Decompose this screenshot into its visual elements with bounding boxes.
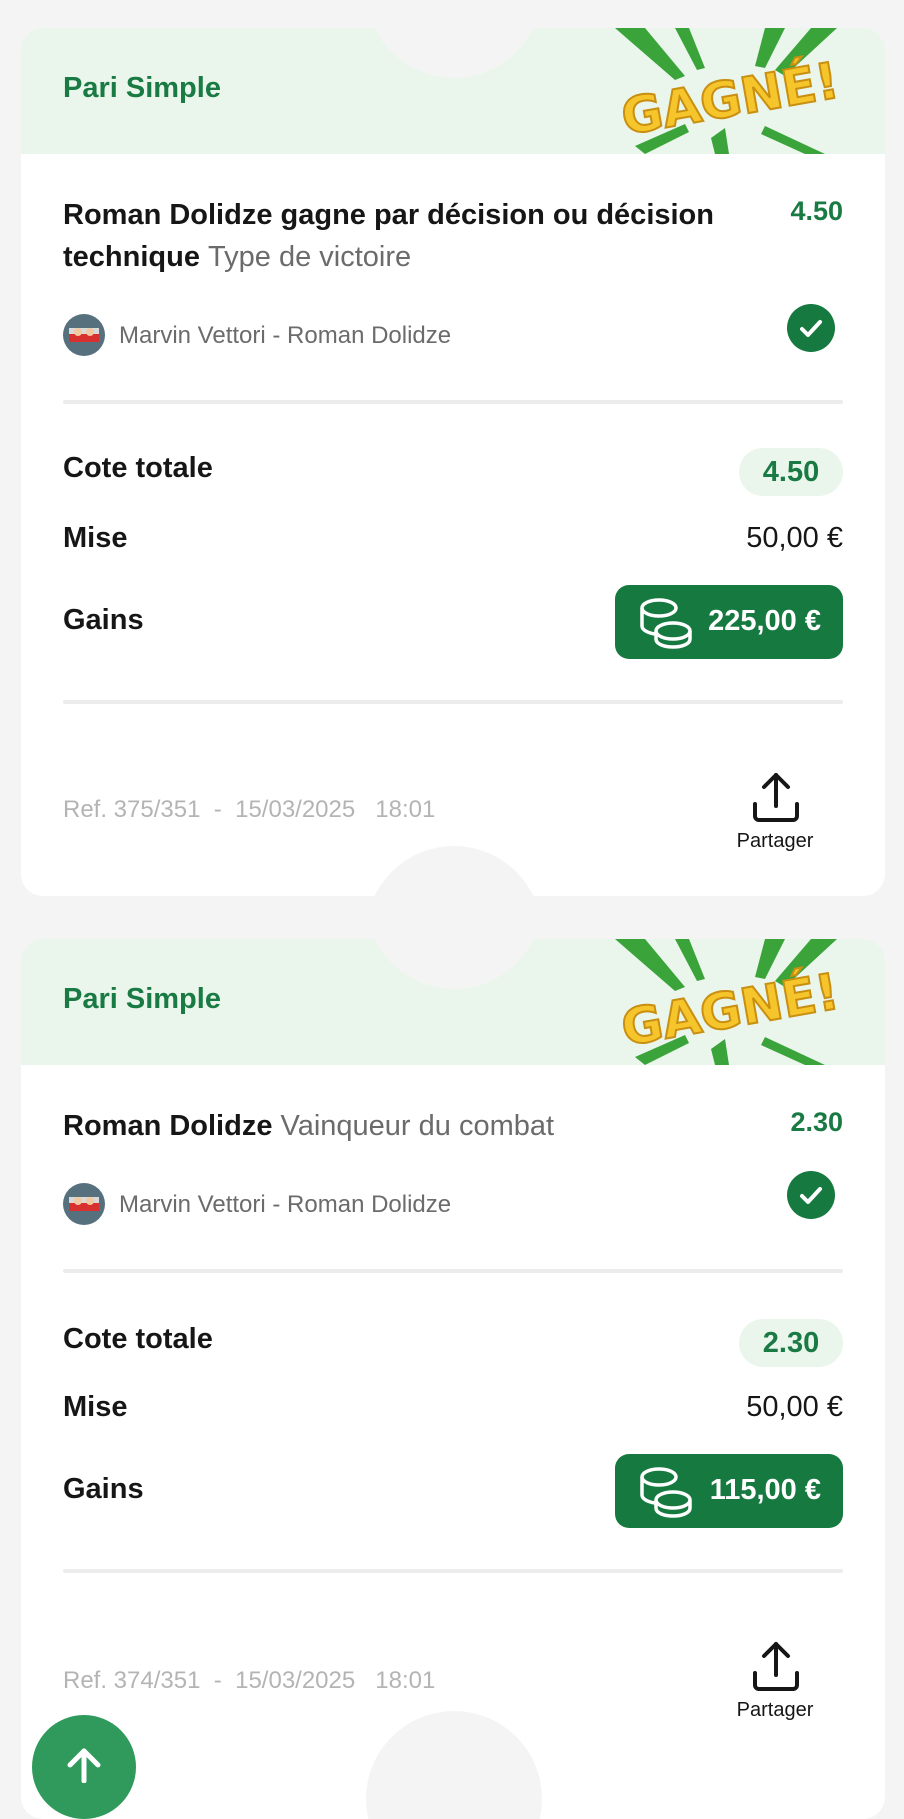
won-badge-text: GAGNÉ! — [617, 961, 844, 1057]
won-badge: GAGNÉ! — [615, 939, 844, 1065]
total-odds-value: 2.30 — [739, 1319, 843, 1367]
stake-value: 50,00 € — [746, 1391, 843, 1423]
stake-label: Mise — [63, 522, 128, 554]
divider — [63, 1569, 843, 1573]
selection-market: Type de victoire — [208, 241, 412, 273]
bet-ticket: Pari Simple GAGNÉ! Roman Dolidze Vainque… — [21, 939, 885, 1819]
ticket-type: Pari Simple — [63, 72, 221, 104]
ref-time: 18:01 — [375, 1667, 436, 1694]
check-circle-icon — [787, 304, 835, 352]
share-label: Partager — [736, 1699, 814, 1721]
ref-number: Ref. 375/351 — [63, 796, 201, 823]
selection-odds: 2.30 — [790, 1107, 843, 1137]
won-badge: GAGNÉ! — [615, 28, 844, 154]
ref-time: 18:01 — [375, 796, 436, 823]
total-odds-label: Cote totale — [63, 452, 213, 484]
selection-name: Roman Dolidze Vainqueur du combat — [63, 1110, 555, 1142]
total-odds-label: Cote totale — [63, 1323, 213, 1355]
ticket-notch — [366, 1711, 542, 1819]
gains-badge: 115,00 € — [615, 1454, 843, 1528]
gains-value: 115,00 € — [709, 1474, 821, 1506]
divider — [63, 400, 843, 404]
ticket-notch — [366, 846, 542, 896]
event-flag-icon — [63, 314, 105, 356]
total-odds-value: 4.50 — [739, 448, 843, 496]
share-icon — [753, 773, 799, 822]
bet-ticket: Pari Simple GAGNÉ! Roman Dolidze gagne p… — [21, 28, 885, 896]
ticket-ref: Ref. 374/351 - 15/03/2025 18:01 — [63, 1667, 436, 1694]
won-badge-text: GAGNÉ! — [617, 50, 844, 146]
event-name: Marvin Vettori - Roman Dolidze — [119, 1191, 452, 1218]
event-name: Marvin Vettori - Roman Dolidze — [119, 322, 452, 349]
stake-label: Mise — [63, 1391, 128, 1423]
arrow-up-icon — [67, 1748, 101, 1783]
ref-date: 15/03/2025 — [235, 1667, 356, 1694]
selection-market: Vainqueur du combat — [280, 1110, 555, 1142]
coins-icon — [640, 1467, 692, 1518]
check-circle-icon — [787, 1171, 835, 1219]
ref-number: Ref. 374/351 — [63, 1667, 201, 1694]
gains-label: Gains — [63, 1473, 144, 1505]
divider — [63, 700, 843, 704]
gains-label: Gains — [63, 604, 144, 636]
event-flag-icon — [63, 1183, 105, 1225]
coins-icon — [640, 598, 692, 649]
stake-value: 50,00 € — [746, 522, 843, 554]
gains-value: 225,00 € — [708, 605, 821, 637]
gains-badge: 225,00 € — [615, 585, 843, 659]
scroll-top-button[interactable] — [32, 1715, 136, 1819]
divider — [63, 1269, 843, 1273]
ticket-ref: Ref. 375/351 - 15/03/2025 18:01 — [63, 796, 436, 823]
selection-odds: 4.50 — [790, 196, 843, 226]
share-icon — [753, 1642, 799, 1691]
ref-date: 15/03/2025 — [235, 796, 356, 823]
share-button[interactable]: Partager — [727, 772, 823, 858]
selection-name: Roman Dolidze gagne par décision ou déci… — [63, 199, 714, 273]
share-button[interactable]: Partager — [727, 1641, 823, 1727]
share-label: Partager — [736, 830, 814, 852]
ticket-type: Pari Simple — [63, 983, 221, 1015]
